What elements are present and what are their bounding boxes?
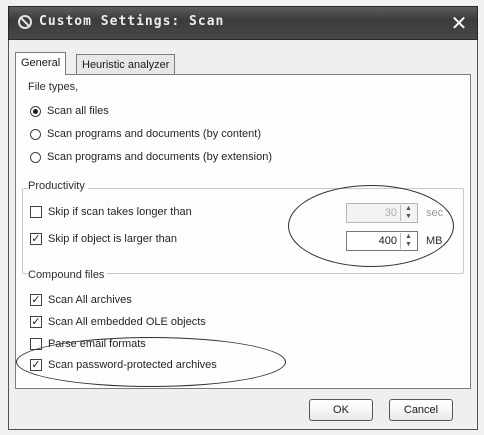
skip-size-option[interactable]: ✓ Skip if object is larger than [30, 233, 177, 245]
radio-button[interactable] [30, 128, 41, 140]
parse-email-option[interactable]: Parse email formats [30, 338, 146, 350]
scan-password-archives-option[interactable]: ✓ Scan password-protected archives [30, 359, 217, 371]
cancel-button[interactable]: Cancel [389, 399, 453, 421]
general-tab-panel: File types, Scan all files Scan programs… [15, 74, 471, 389]
scan-ole-objects-label: Scan All embedded OLE objects [48, 316, 206, 328]
stepper-arrows-icon[interactable]: ▲ ▼ [400, 233, 416, 249]
scan-password-archives-checkbox[interactable]: ✓ [30, 359, 42, 371]
title-bar[interactable]: Custom Settings: Scan ✕ [8, 6, 478, 40]
radio-label: Scan programs and documents (by content) [47, 128, 262, 140]
parse-email-checkbox[interactable] [30, 338, 42, 350]
skip-size-label: Skip if object is larger than [48, 233, 178, 245]
skip-time-checkbox[interactable] [30, 206, 42, 218]
tab-general[interactable]: General [15, 52, 67, 75]
parse-email-label: Parse email formats [48, 338, 146, 350]
skip-time-unit: sec [426, 207, 444, 219]
scan-all-archives-label: Scan All archives [48, 294, 132, 306]
radio-button[interactable] [30, 151, 41, 163]
skip-time-value: 30 [384, 207, 397, 219]
tab-heuristic-analyzer[interactable]: Heuristic analyzer [76, 54, 176, 74]
window-title: Custom Settings: Scan [39, 14, 225, 29]
scan-all-archives-checkbox[interactable]: ✓ [30, 294, 42, 306]
skip-size-checkbox[interactable]: ✓ [30, 233, 42, 245]
scan-all-archives-option[interactable]: ✓ Scan All archives [30, 294, 132, 306]
close-icon: ✕ [450, 11, 468, 35]
file-types-group-title: File types, [28, 81, 82, 93]
ok-button[interactable]: OK [309, 399, 373, 421]
compound-files-group-title: Compound files [28, 269, 108, 281]
skip-time-label: Skip if scan takes longer than [48, 206, 192, 218]
scan-ole-objects-option[interactable]: ✓ Scan All embedded OLE objects [30, 316, 206, 328]
custom-settings-dialog: Custom Settings: Scan ✕ General Heuristi… [0, 0, 484, 435]
radio-label: Scan all files [47, 105, 109, 117]
skip-size-value: 400 [378, 235, 397, 247]
productivity-group-title: Productivity [28, 180, 88, 192]
stepper-arrows-icon[interactable]: ▲ ▼ [400, 205, 416, 221]
skip-time-stepper[interactable]: 30 ▲ ▼ [346, 203, 418, 223]
skip-size-stepper[interactable]: 400 ▲ ▼ [346, 231, 418, 251]
app-icon [18, 15, 32, 29]
radio-scan-by-content[interactable]: Scan programs and documents (by content) [30, 128, 261, 140]
radio-button-selected[interactable] [30, 105, 41, 117]
scan-password-archives-label: Scan password-protected archives [48, 359, 217, 371]
close-button[interactable]: ✕ [447, 12, 471, 34]
skip-size-unit: MB [426, 235, 443, 247]
dialog-body: General Heuristic analyzer File types, S… [8, 40, 478, 430]
skip-time-option[interactable]: Skip if scan takes longer than [30, 206, 192, 218]
radio-label: Scan programs and documents (by extensio… [47, 151, 273, 163]
radio-scan-by-extension[interactable]: Scan programs and documents (by extensio… [30, 151, 272, 163]
scan-ole-objects-checkbox[interactable]: ✓ [30, 316, 42, 328]
radio-scan-all-files[interactable]: Scan all files [30, 105, 109, 117]
